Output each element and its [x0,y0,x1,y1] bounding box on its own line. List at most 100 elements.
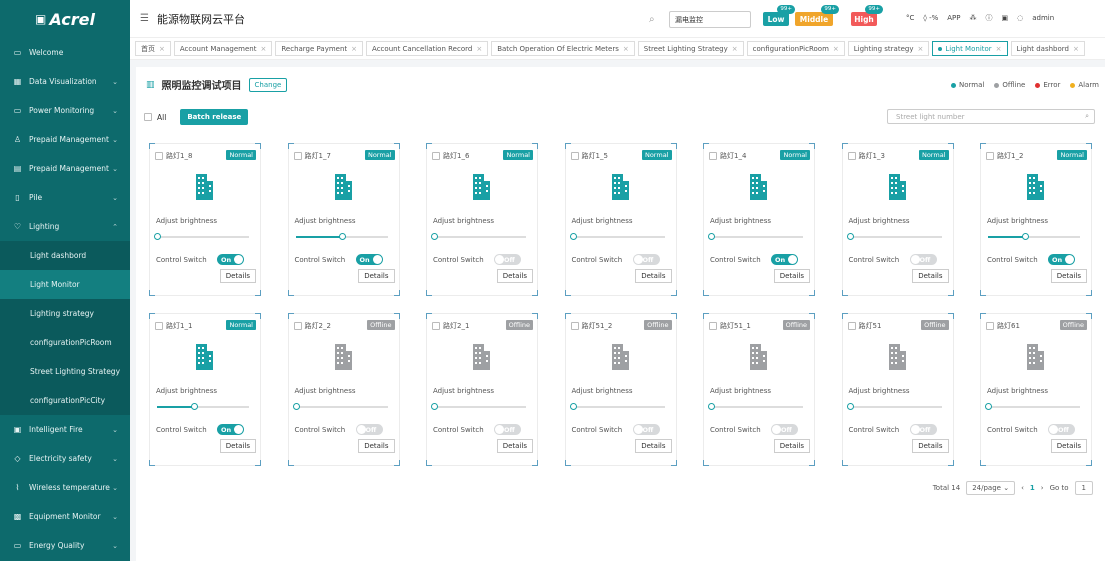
control-switch-toggle[interactable]: Off [632,424,660,435]
details-button[interactable]: Details [773,269,810,283]
sidebar-item[interactable]: ▭ Welcome [0,38,130,67]
humidity-readout[interactable]: ◊ -% [923,14,938,22]
sidebar-subitem[interactable]: Light dashbord [0,241,130,270]
qr-icon[interactable]: ⁂ [970,14,977,22]
alarm-level-middle[interactable]: Middle 99+ [795,5,839,26]
sidebar-item[interactable]: ▦ Data Visualization ⌄ [0,67,130,96]
brightness-knob[interactable] [338,233,346,240]
brightness-knob[interactable] [190,403,198,410]
tab-item[interactable]: Lighting strategy × [847,41,930,56]
brightness-slider[interactable] [292,403,388,410]
brightness-slider[interactable] [988,233,1080,240]
sidebar-item[interactable]: ▤ Prepaid Management ⌄ [0,154,130,183]
sidebar-item[interactable]: ▯ Pile ⌄ [0,183,130,212]
brightness-knob[interactable] [569,233,577,240]
current-page[interactable]: 1 [1030,484,1035,492]
change-button[interactable]: Change [248,77,288,92]
close-icon[interactable]: × [732,45,738,53]
sidebar-subitem[interactable]: configurationPicRoom [0,328,130,357]
brightness-slider[interactable] [154,233,249,240]
next-page-icon[interactable]: › [1041,484,1044,492]
alarm-level-low[interactable]: Low 99+ [763,5,795,26]
screen-icon[interactable]: ▣ [1002,14,1009,22]
control-switch-toggle[interactable]: Off [909,424,937,435]
page-size-select[interactable]: 24/page ⌄ [966,481,1016,495]
sidebar-item[interactable]: ♙ Prepaid Management ⌄ [0,125,130,154]
details-button[interactable]: Details [1050,439,1087,453]
brightness-slider[interactable] [708,233,803,240]
prev-page-icon[interactable]: ‹ [1021,484,1024,492]
control-switch-toggle[interactable]: Off [909,254,937,265]
brightness-knob[interactable] [708,233,715,240]
theme-icon[interactable]: ◌ [1017,14,1023,22]
light-checkbox[interactable] [570,322,579,330]
close-icon[interactable]: × [917,45,923,53]
brightness-slider[interactable] [846,403,942,410]
brightness-slider[interactable] [157,403,249,410]
brightness-slider[interactable] [569,233,665,240]
sidebar-item[interactable]: ▩ Equipment Monitor ⌄ [0,502,130,531]
light-checkbox[interactable] [847,152,856,160]
control-switch-toggle[interactable]: On [217,254,244,265]
tab-item[interactable]: 首页 × [135,41,171,56]
brightness-slider[interactable] [431,403,526,410]
sidebar-item[interactable]: ▭ Power Monitoring ⌄ [0,96,130,125]
light-checkbox[interactable] [986,152,994,160]
details-button[interactable]: Details [496,439,533,453]
close-icon[interactable]: × [351,45,357,53]
street-light-search-input[interactable]: Street light number ⌕ [887,109,1095,124]
close-icon[interactable]: × [623,45,629,53]
alarm-level-high[interactable]: High 99+ [851,5,883,26]
control-switch-toggle[interactable]: Off [494,254,521,265]
brightness-knob[interactable] [708,403,715,410]
tab-item[interactable]: Light dashbord × [1010,41,1085,56]
light-checkbox[interactable] [293,322,302,330]
brightness-knob[interactable] [1021,233,1029,240]
brightness-knob[interactable] [431,403,438,410]
menu-toggle-icon[interactable]: ☰ [140,13,149,24]
brightness-slider[interactable] [569,403,665,410]
tab-item[interactable]: Recharge Payment × [275,41,364,56]
brightness-knob[interactable] [569,403,577,410]
light-checkbox[interactable] [986,322,994,330]
user-name[interactable]: admin [1032,14,1054,22]
app-link[interactable]: APP [947,14,960,22]
control-switch-toggle[interactable]: On [217,424,244,435]
control-switch-toggle[interactable]: Off [1048,424,1075,435]
tab-item[interactable]: Street Lighting Strategy × [637,41,744,56]
details-button[interactable]: Details [912,269,949,283]
details-button[interactable]: Details [635,439,672,453]
brightness-knob[interactable] [154,233,161,240]
details-button[interactable]: Details [773,439,810,453]
close-icon[interactable]: × [260,45,266,53]
sidebar-subitem[interactable]: Street Lighting Strategy [0,357,130,386]
search-icon[interactable]: ⌕ [1085,112,1089,121]
brightness-slider[interactable] [985,403,1080,410]
close-icon[interactable]: × [833,45,839,53]
details-button[interactable]: Details [219,269,256,283]
tab-item[interactable]: Light Monitor × [932,41,1008,56]
close-icon[interactable]: × [159,45,165,53]
sidebar-item[interactable]: ⌇ Wireless temperature ⌄ [0,473,130,502]
details-button[interactable]: Details [496,269,533,283]
brightness-slider[interactable] [295,233,388,240]
sidebar-subitem[interactable]: Light Monitor [0,270,130,299]
details-button[interactable]: Details [358,439,395,453]
close-icon[interactable]: × [476,45,482,53]
sidebar-item[interactable]: ▣ Intelligent Fire ⌄ [0,415,130,444]
sidebar-item[interactable]: ▭ Energy Quality ⌄ [0,531,130,560]
brightness-knob[interactable] [431,233,438,240]
light-checkbox[interactable] [432,322,440,330]
details-button[interactable]: Details [912,439,949,453]
sidebar-item[interactable]: ♡ Lighting ⌃ [0,212,130,241]
light-checkbox[interactable] [155,152,163,160]
tab-item[interactable]: configurationPicRoom × [746,41,845,56]
tab-item[interactable]: Batch Operation Of Electric Meters × [491,41,635,56]
tab-item[interactable]: Account Management × [173,41,273,56]
light-checkbox[interactable] [847,322,856,330]
light-checkbox[interactable] [709,322,717,330]
brightness-knob[interactable] [985,403,992,410]
tab-item[interactable]: Account Cancellation Record × [366,41,489,56]
light-checkbox[interactable] [155,322,163,330]
sidebar-subitem[interactable]: configurationPicCity [0,386,130,415]
